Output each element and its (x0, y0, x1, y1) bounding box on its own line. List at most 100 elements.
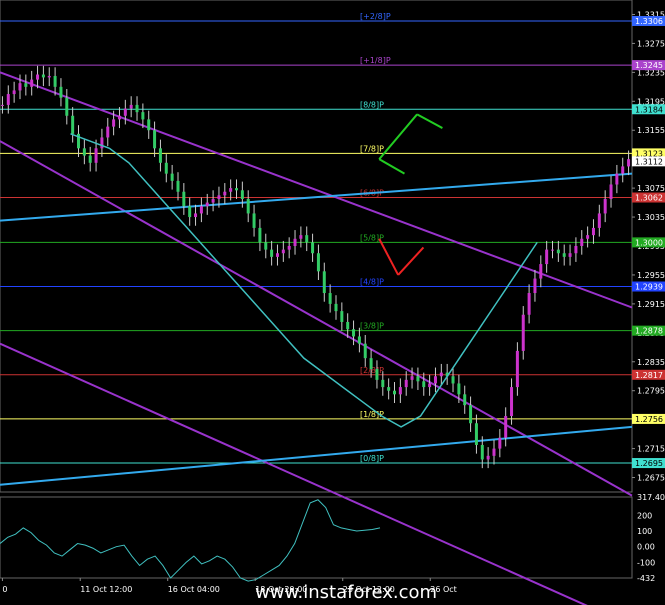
candle-body-70 (410, 376, 414, 380)
channel-line-0 (0, 71, 633, 309)
candle-body-73 (428, 383, 432, 388)
candle-body-93 (545, 249, 549, 265)
candle-body-57 (334, 303, 338, 312)
candle-body-62 (363, 343, 367, 359)
candle-body-80 (469, 405, 473, 424)
murrey-label-9: [+1/8]P (360, 56, 391, 65)
candle-body-84 (492, 448, 496, 456)
candle-body-51 (299, 235, 303, 239)
murrey-label-4: [4/8]P (360, 278, 384, 287)
candle-body-47 (275, 253, 279, 257)
candle-body-75 (439, 372, 443, 377)
candle-body-92 (539, 264, 543, 279)
candle-body-3 (18, 83, 22, 91)
candle-body-61 (357, 336, 361, 344)
y-tick-label-16: 1.2675 (637, 474, 665, 483)
candle-body-72 (422, 381, 426, 388)
osc-tick-label-4: -100 (637, 558, 655, 567)
candle-body-15 (88, 155, 92, 163)
price-tag-label-4: 1.3000 (635, 238, 663, 247)
murrey-label-0: [8/8]P (360, 100, 384, 109)
candle-body-107 (627, 159, 631, 167)
candle-body-91 (533, 278, 537, 294)
price-tag-label-7: 1.2817 (635, 371, 663, 380)
candle-body-20 (117, 115, 121, 120)
price-tag-label-9: 1.2695 (635, 459, 663, 468)
candle-body-36 (211, 198, 215, 203)
candle-body-31 (182, 191, 186, 207)
candle-body-28 (164, 162, 168, 174)
x-tick-label-1: 11 Oct 12:00 (80, 585, 132, 594)
watermark: www.instaforex.com (255, 582, 437, 603)
candle-body-83 (486, 455, 490, 460)
candle-body-24 (141, 112, 145, 120)
forecast-arrow-3 (378, 238, 400, 276)
candle-body-89 (521, 314, 525, 351)
candle-body-103 (603, 198, 607, 214)
candle-body-8 (47, 75, 51, 78)
price-tag-label-6: 1.2878 (635, 327, 663, 336)
candle-body-27 (158, 148, 162, 163)
candle-body-26 (153, 130, 157, 149)
candle-body-94 (551, 249, 555, 251)
y-tick-label-13: 1.2795 (637, 387, 665, 396)
candle-body-0 (0, 104, 4, 106)
candle-body-77 (451, 376, 455, 384)
candle-body-53 (311, 242, 315, 254)
candle-body-87 (510, 387, 514, 417)
candle-body-66 (387, 387, 391, 391)
candle-body-79 (463, 394, 467, 406)
candle-body-48 (281, 249, 285, 254)
candle-body-65 (381, 379, 385, 388)
x-tick-label-0: 0 (2, 585, 7, 594)
candle-body-32 (188, 206, 192, 218)
candle-body-54 (316, 253, 320, 272)
candle-body-105 (615, 173, 619, 185)
channel-line-4 (0, 425, 633, 486)
channel-line-1 (0, 140, 633, 497)
chart-window: [8/8]P[7/8]P[6/8]P[5/8]P[4/8]P[3/8]P[2/8… (0, 0, 665, 605)
oscillator-line (0, 499, 381, 582)
osc-tick-label-3: 0.00 (637, 543, 655, 552)
candle-body-99 (580, 238, 584, 246)
osc-tick-label-2: 100 (637, 527, 652, 536)
price-tag-label-8: 1.2756 (635, 415, 663, 424)
candle-body-52 (305, 235, 309, 243)
candle-body-49 (287, 246, 291, 250)
candle-body-71 (416, 376, 420, 382)
y-tick-label-9: 1.2955 (637, 271, 665, 280)
candle-body-100 (586, 235, 590, 239)
candle-body-34 (199, 206, 203, 214)
forecast-arrow-0 (378, 113, 418, 160)
candle-body-64 (375, 369, 379, 380)
candle-body-9 (53, 75, 57, 87)
y-tick-label-7: 1.3035 (637, 213, 665, 222)
candle-body-5 (30, 79, 34, 87)
channel-line-2 (0, 342, 588, 605)
murrey-label-1: [7/8]P (360, 144, 384, 153)
y-tick-label-1: 1.3275 (637, 39, 665, 48)
candle-body-21 (123, 108, 127, 116)
y-tick-label-4: 1.3155 (637, 126, 665, 135)
candle-body-101 (591, 227, 595, 236)
candle-body-6 (36, 74, 40, 80)
candle-body-46 (270, 249, 274, 257)
main-plot-frame (0, 0, 633, 493)
candle-body-67 (393, 390, 397, 395)
murrey-label-10: [+2/8]P (360, 12, 391, 21)
moving-average-line (70, 133, 538, 428)
candle-body-104 (609, 184, 613, 199)
candle-body-4 (24, 83, 28, 87)
candle-body-106 (621, 166, 625, 174)
candle-body-44 (258, 227, 262, 243)
price-tag-label-11: 1.3306 (635, 17, 663, 26)
candle-body-1 (6, 94, 10, 105)
candle-body-30 (176, 180, 180, 192)
price-tag-label-10: 1.3245 (635, 61, 663, 70)
y-tick-label-15: 1.2715 (637, 445, 665, 454)
x-tick-label-2: 16 Oct 04:00 (168, 585, 220, 594)
candle-body-78 (457, 383, 461, 395)
candle-body-22 (129, 104, 133, 109)
osc-plot-frame (0, 496, 633, 579)
y-tick-label-6: 1.3075 (637, 184, 665, 193)
